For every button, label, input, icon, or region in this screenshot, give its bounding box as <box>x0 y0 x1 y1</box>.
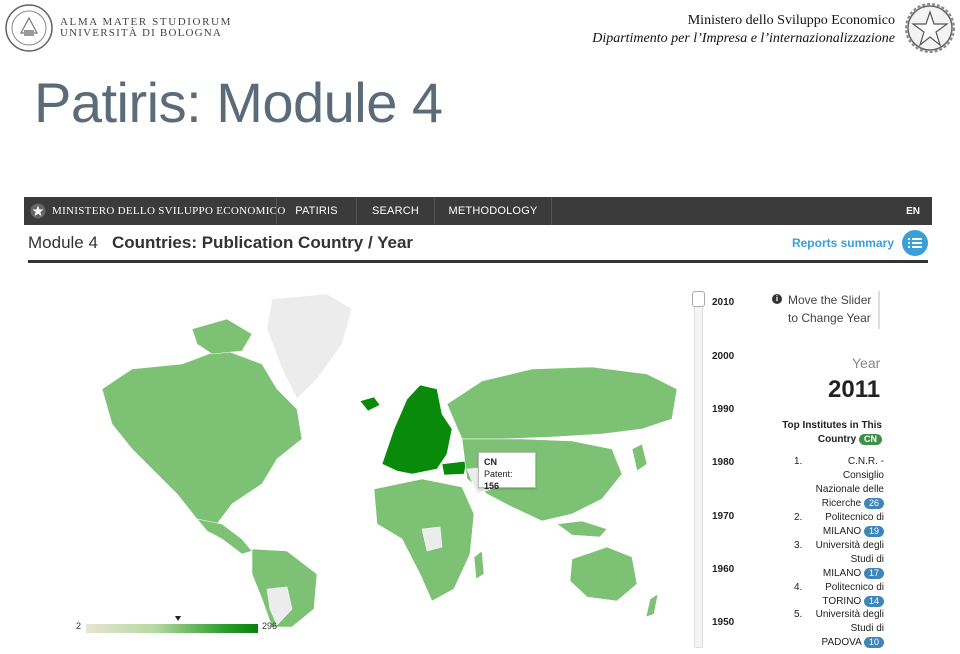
year-tick: 2000 <box>712 351 735 362</box>
ministry-header: Ministero dello Sviluppo Economico Dipar… <box>592 12 895 48</box>
map-region-iceland <box>359 396 381 412</box>
institute-count-badge: 26 <box>863 498 884 509</box>
institute-rank: 2. <box>794 512 803 523</box>
institute-item[interactable]: 3. Università degli Studi di MILANO 17 <box>794 539 884 581</box>
map-region-indonesia <box>556 520 608 538</box>
module-title: Countries: Publication Country / Year <box>112 233 414 252</box>
legend-marker-icon <box>175 616 181 621</box>
year-slider-track[interactable] <box>694 291 703 648</box>
year-tick: 1970 <box>712 511 735 522</box>
institute-item[interactable]: 5. Università degli Studi di PADOVA 10 <box>794 608 884 650</box>
university-seal-logo <box>5 4 53 52</box>
tooltip-label: Patent: <box>484 469 513 479</box>
map-region-europe <box>381 384 453 475</box>
institute-count-badge: 19 <box>863 526 884 537</box>
hint-line1: Move the Slider <box>788 293 872 307</box>
tooltip-country: CN <box>484 457 497 467</box>
language-switch[interactable]: EN <box>906 197 920 225</box>
map-region-japan <box>631 443 648 472</box>
ministry-star-icon <box>30 203 46 219</box>
institute-count-badge: 10 <box>863 637 884 648</box>
institute-rank: 3. <box>794 540 803 551</box>
top-title-line2: Country <box>817 434 857 445</box>
year-tick: 1960 <box>712 564 735 575</box>
legend-min: 2 <box>76 621 82 631</box>
year-tick: 1990 <box>712 404 735 415</box>
app-window: MINISTERO DELLO SVILUPPO ECONOMICO PATIR… <box>24 197 932 654</box>
top-institutes-title: Top Institutes in This Country CN <box>778 419 882 447</box>
year-value: 2011 <box>828 376 881 403</box>
slide-title: Patiris: Module 4 <box>34 71 443 134</box>
info-icon: i <box>772 294 782 304</box>
map-legend: 2 296 <box>76 616 316 635</box>
tooltip-value: 156 <box>484 481 500 491</box>
institute-rank: 5. <box>794 609 803 620</box>
year-slider-handle[interactable] <box>692 291 705 307</box>
institute-item[interactable]: 4. Politecnico di TORINO 14 <box>794 581 884 609</box>
institute-rank: 1. <box>794 456 803 467</box>
year-tick: 1950 <box>712 617 735 628</box>
map-region-turkey <box>441 460 468 476</box>
map-region-new-zealand <box>645 593 659 618</box>
hint-line2: to Change Year <box>788 311 871 325</box>
slider-hint-text: Move the Slider to Change Year <box>788 291 878 327</box>
map-region-greenland <box>266 293 353 400</box>
top-title-line1: Top Institutes in This <box>782 420 882 431</box>
institute-item[interactable]: 1. C.N.R. - Consiglio Nazionale delle Ri… <box>794 455 884 511</box>
ministry-brand-link[interactable]: MINISTERO DELLO SVILUPPO ECONOMICO <box>30 197 286 225</box>
map-region-africa <box>373 478 475 602</box>
map-tooltip: CN Patent: 156 <box>478 452 536 491</box>
map-region-madagascar <box>473 550 485 580</box>
slider-hint: i Move the Slider to Change Year <box>772 291 880 329</box>
year-label: Year <box>852 355 881 371</box>
year-tick: 1980 <box>712 457 735 468</box>
map-region-north-america <box>102 348 303 525</box>
nav-methodology[interactable]: METHODOLOGY <box>434 197 552 225</box>
university-line2: UNIVERSITÀ DI BOLOGNA <box>60 27 223 39</box>
map-region-arctic-islands <box>191 318 253 355</box>
country-badge: CN <box>859 434 882 445</box>
university-name: ALMA MATER STUDIORUM UNIVERSITÀ DI BOLOG… <box>60 17 232 39</box>
module-header: Module 4 Countries: Publication Country … <box>28 229 928 263</box>
institute-rank: 4. <box>794 582 803 593</box>
module-number: Module 4 <box>28 233 98 252</box>
map-region-russia <box>446 366 678 440</box>
top-navbar: MINISTERO DELLO SVILUPPO ECONOMICO PATIR… <box>24 197 932 225</box>
ministry-line1: Ministero dello Sviluppo Economico <box>687 13 895 28</box>
nav-search[interactable]: SEARCH <box>356 197 434 225</box>
world-map[interactable] <box>102 289 682 629</box>
reports-list-icon[interactable] <box>902 230 928 256</box>
nav-patiris[interactable]: PATIRIS <box>276 197 356 225</box>
legend-gradient <box>86 624 258 633</box>
map-region-central-america <box>196 518 253 555</box>
year-tick: 2010 <box>712 297 735 308</box>
institute-count-badge: 14 <box>863 596 884 607</box>
reports-summary-link[interactable]: Reports summary <box>792 236 894 250</box>
legend-max: 296 <box>262 621 278 631</box>
institute-count-badge: 17 <box>863 568 884 579</box>
map-region-australia <box>569 546 638 602</box>
institute-item[interactable]: 2. Politecnico di MILANO 19 <box>794 511 884 539</box>
italian-emblem-logo <box>905 3 955 53</box>
brand-text: MINISTERO DELLO SVILUPPO ECONOMICO <box>52 205 286 217</box>
ministry-line2: Dipartimento per l’Impresa e l’internazi… <box>592 31 895 46</box>
